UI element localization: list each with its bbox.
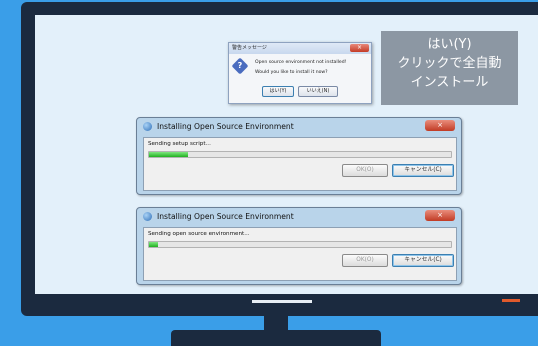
app-icon	[143, 212, 152, 221]
close-button[interactable]: ×	[425, 210, 455, 221]
prompt-message-line-1: Open source environment not installed!	[255, 60, 347, 65]
install-prompt-dialog: 警告メッセージ × ? Open source environment not …	[228, 42, 372, 104]
progress-fill	[149, 152, 189, 157]
dialog-title: Installing Open Source Environment	[157, 212, 294, 221]
dialog-title: Installing Open Source Environment	[157, 122, 294, 131]
cancel-button[interactable]: キャンセル(C)	[392, 254, 454, 267]
close-button[interactable]: ×	[350, 44, 369, 52]
cancel-button[interactable]: キャンセル(C)	[392, 164, 454, 177]
install-progress-dialog: Installing Open Source Environment × Sen…	[136, 207, 462, 285]
prompt-message-line-2: Would you like to install it now?	[255, 70, 328, 75]
ok-button[interactable]: OK(O)	[342, 164, 388, 177]
callout-line-1: はい(Y)	[427, 37, 472, 52]
install-progress-dialog: Installing Open Source Environment × Sen…	[136, 117, 462, 195]
callout-line-3: インストール	[410, 75, 489, 90]
power-indicator	[502, 299, 520, 302]
progress-fill	[149, 242, 159, 247]
yes-button[interactable]: はい(Y)	[262, 86, 294, 97]
callout-line-2: クリックで全自動	[397, 56, 502, 71]
monitor-stand-base	[171, 330, 381, 346]
app-icon	[143, 122, 152, 131]
dialog-body: Sending setup script... OK(O) キャンセル(C)	[143, 137, 457, 191]
instruction-callout: はい(Y) クリックで全自動 インストール	[381, 31, 518, 105]
monitor-bezel-bar	[252, 300, 312, 303]
progress-bar	[148, 241, 452, 248]
monitor-stand-neck	[264, 316, 288, 330]
no-button[interactable]: いいえ(N)	[298, 86, 338, 97]
status-text: Sending open source environment...	[148, 231, 250, 237]
progress-bar	[148, 151, 452, 158]
ok-button[interactable]: OK(O)	[342, 254, 388, 267]
dialog-body: Sending open source environment... OK(O)…	[143, 227, 457, 281]
question-icon: ?	[231, 57, 249, 75]
status-text: Sending setup script...	[148, 141, 211, 147]
close-button[interactable]: ×	[425, 120, 455, 131]
